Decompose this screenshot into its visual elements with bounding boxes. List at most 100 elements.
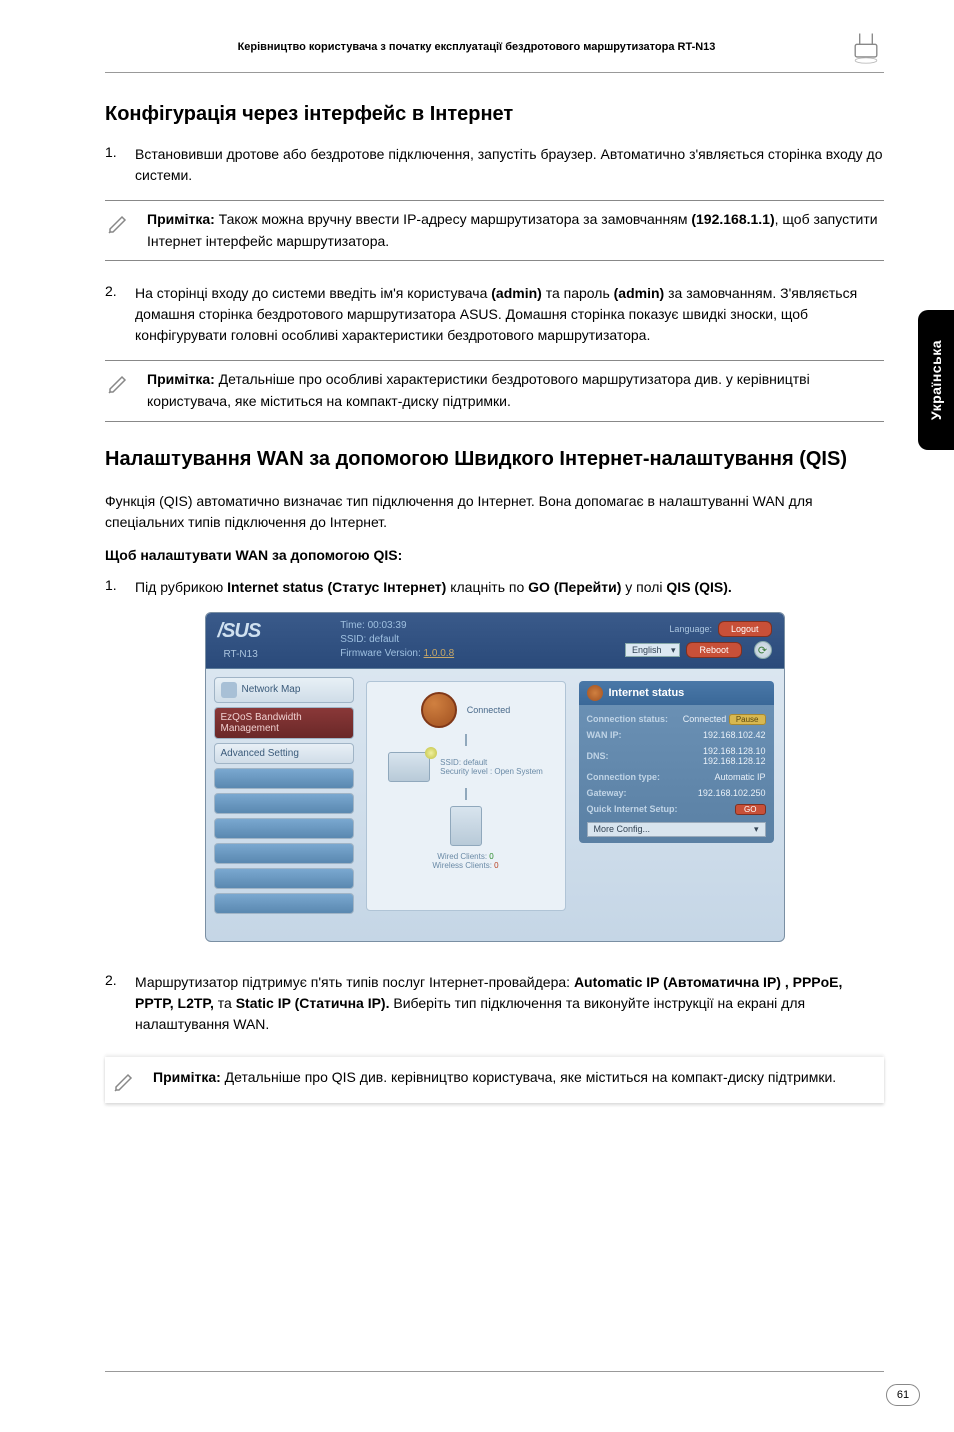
wan-ip-key: WAN IP: (587, 730, 622, 740)
nav-item-2[interactable] (214, 793, 354, 814)
s1-step1-num: 1. (105, 144, 121, 186)
gateway-val: 192.168.102.250 (698, 788, 766, 798)
fw-label: Firmware Version: (340, 648, 423, 659)
nav-adv-label: Advanced Setting (221, 748, 299, 759)
go-button[interactable]: GO (735, 804, 765, 815)
nav-item-3[interactable] (214, 818, 354, 839)
nav-map-label: Network Map (242, 684, 301, 695)
language-tab-label: Українська (928, 340, 944, 420)
nav-network-map[interactable]: Network Map (214, 677, 354, 703)
router-ui-screenshot: /SUS RT-N13 Time: 00:03:39 SSID: default… (205, 612, 785, 942)
wired-label: Wired Clients: (437, 852, 489, 861)
model-label: RT-N13 (224, 649, 261, 660)
nav-item-6[interactable] (214, 893, 354, 914)
s2-1e: у полі (621, 579, 666, 595)
conn-type-key: Connection type: (587, 772, 661, 782)
s2-1f: QIS (QIS). (666, 579, 731, 595)
note1-ip: (192.168.1.1) (691, 211, 774, 227)
time-label: Time: 00:03:39 (340, 619, 454, 633)
router-icon (848, 28, 884, 66)
istatus-title: Internet status (609, 687, 685, 699)
wireless-count: 0 (494, 861, 498, 870)
s1-step1-text: Встановивши дротове або бездротове підкл… (135, 144, 884, 186)
s2-step2-num: 2. (105, 972, 121, 1035)
s1-step2-text: На сторінці входу до системи введіть ім'… (135, 283, 884, 346)
pencil-icon (105, 209, 133, 252)
more-config-label: More Config... (594, 824, 651, 834)
center-sec: Security level : Open System (440, 767, 543, 776)
more-config-select[interactable]: More Config...▾ (587, 822, 766, 837)
pause-button[interactable]: Pause (729, 714, 766, 725)
s2-1a: Під рубрикою (135, 579, 227, 595)
language-select[interactable]: English ▾ (625, 643, 681, 657)
center-ssid: SSID: default (440, 758, 543, 767)
s2-2a: Маршрутизатор підтримує п'ять типів посл… (135, 974, 574, 990)
s2-1c: клацніть по (446, 579, 528, 595)
s1-step2-b: та пароль (542, 285, 614, 301)
topology-panel: Connected SSID: default Security level :… (366, 681, 566, 911)
note1-text: Також можна вручну ввести ІР-адресу марш… (215, 211, 692, 227)
wired-count: 0 (489, 852, 493, 861)
dns-val1: 192.168.128.10 (703, 746, 766, 756)
pencil-icon (111, 1067, 139, 1093)
conn-status-val: Connected (683, 714, 727, 724)
s1-step2-admin2: (admin) (614, 285, 665, 301)
s1-step2-num: 2. (105, 283, 121, 346)
s1-step2-admin1: (admin) (491, 285, 542, 301)
nav-item-1[interactable] (214, 768, 354, 789)
s2-1b: Internet status (Статус Інтернет) (227, 579, 446, 595)
qis-key: Quick Internet Setup: (587, 804, 678, 814)
page-number: 61 (886, 1384, 920, 1406)
s2-step1-num: 1. (105, 577, 121, 598)
dns-val2: 192.168.128.12 (703, 756, 766, 766)
wireless-label: Wireless Clients: (432, 861, 494, 870)
lang-value: English (632, 645, 662, 655)
s2-step1-text: Під рубрикою Internet status (Статус Інт… (135, 577, 884, 598)
lang-label: Language: (669, 624, 712, 634)
s2-1d: GO (Перейти) (528, 579, 621, 595)
s1-note2: Примітка: Детальніше про особливі характ… (147, 369, 884, 412)
reboot-button[interactable]: Reboot (686, 642, 741, 658)
s2-2d: Static IP (Статична IP). (236, 995, 390, 1011)
s1-note1: Примітка: Також можна вручну ввести ІР-а… (147, 209, 884, 252)
ssid-label: SSID: default (340, 633, 454, 647)
nav-ezqos[interactable]: EzQoS Bandwidth Management (214, 707, 354, 739)
s2-step2-text: Маршрутизатор підтримує п'ять типів посл… (135, 972, 884, 1035)
section2-title: Налаштування WAN за допомогою Швидкого І… (105, 446, 884, 473)
section1-title: Конфігурація через інтерфейс в Інтернет (105, 103, 884, 126)
conn-type-val: Automatic IP (714, 772, 765, 782)
globe-icon[interactable] (421, 692, 457, 728)
refresh-icon[interactable]: ⟳ (754, 641, 772, 659)
gateway-key: Gateway: (587, 788, 627, 798)
wan-ip-val: 192.168.102.42 (703, 730, 766, 740)
note2-prefix: Примітка: (147, 371, 215, 387)
language-tab: Українська (918, 310, 954, 450)
nav-advanced[interactable]: Advanced Setting (214, 743, 354, 764)
conn-status-key: Connection status: (587, 714, 669, 724)
footer-rule (105, 1371, 884, 1372)
asus-logo: /SUS (218, 620, 261, 643)
internet-status-header: Internet status (579, 681, 774, 705)
clients-icon[interactable] (450, 806, 482, 846)
note1-prefix: Примітка: (147, 211, 215, 227)
note3-text: Детальніше про QIS див. керівництво кори… (221, 1069, 836, 1085)
logout-button[interactable]: Logout (718, 621, 772, 637)
s2-intro: Функція (QIS) автоматично визначає тип п… (105, 491, 884, 533)
s2-note3: Примітка: Детальніше про QIS див. керівн… (153, 1067, 836, 1093)
doc-header-title: Керівництво користувача з початку експлу… (105, 41, 848, 53)
nav-item-5[interactable] (214, 868, 354, 889)
connected-label: Connected (467, 705, 511, 715)
fw-link[interactable]: 1.0.0.8 (424, 648, 455, 659)
map-icon (221, 682, 237, 698)
s1-step2-a: На сторінці входу до системи введіть ім'… (135, 285, 491, 301)
router-node-icon[interactable] (388, 752, 430, 782)
note2-text: Детальніше про особливі характеристики б… (147, 371, 810, 409)
s2-2c: та (214, 995, 236, 1011)
dns-key: DNS: (587, 751, 609, 761)
globe-small-icon (587, 685, 603, 701)
s2-sub: Щоб налаштувати WAN за допомогою QIS: (105, 547, 884, 563)
nav-item-4[interactable] (214, 843, 354, 864)
nav-ezqos-label: EzQoS Bandwidth Management (221, 712, 347, 734)
note3-prefix: Примітка: (153, 1069, 221, 1085)
pencil-icon (105, 369, 133, 412)
